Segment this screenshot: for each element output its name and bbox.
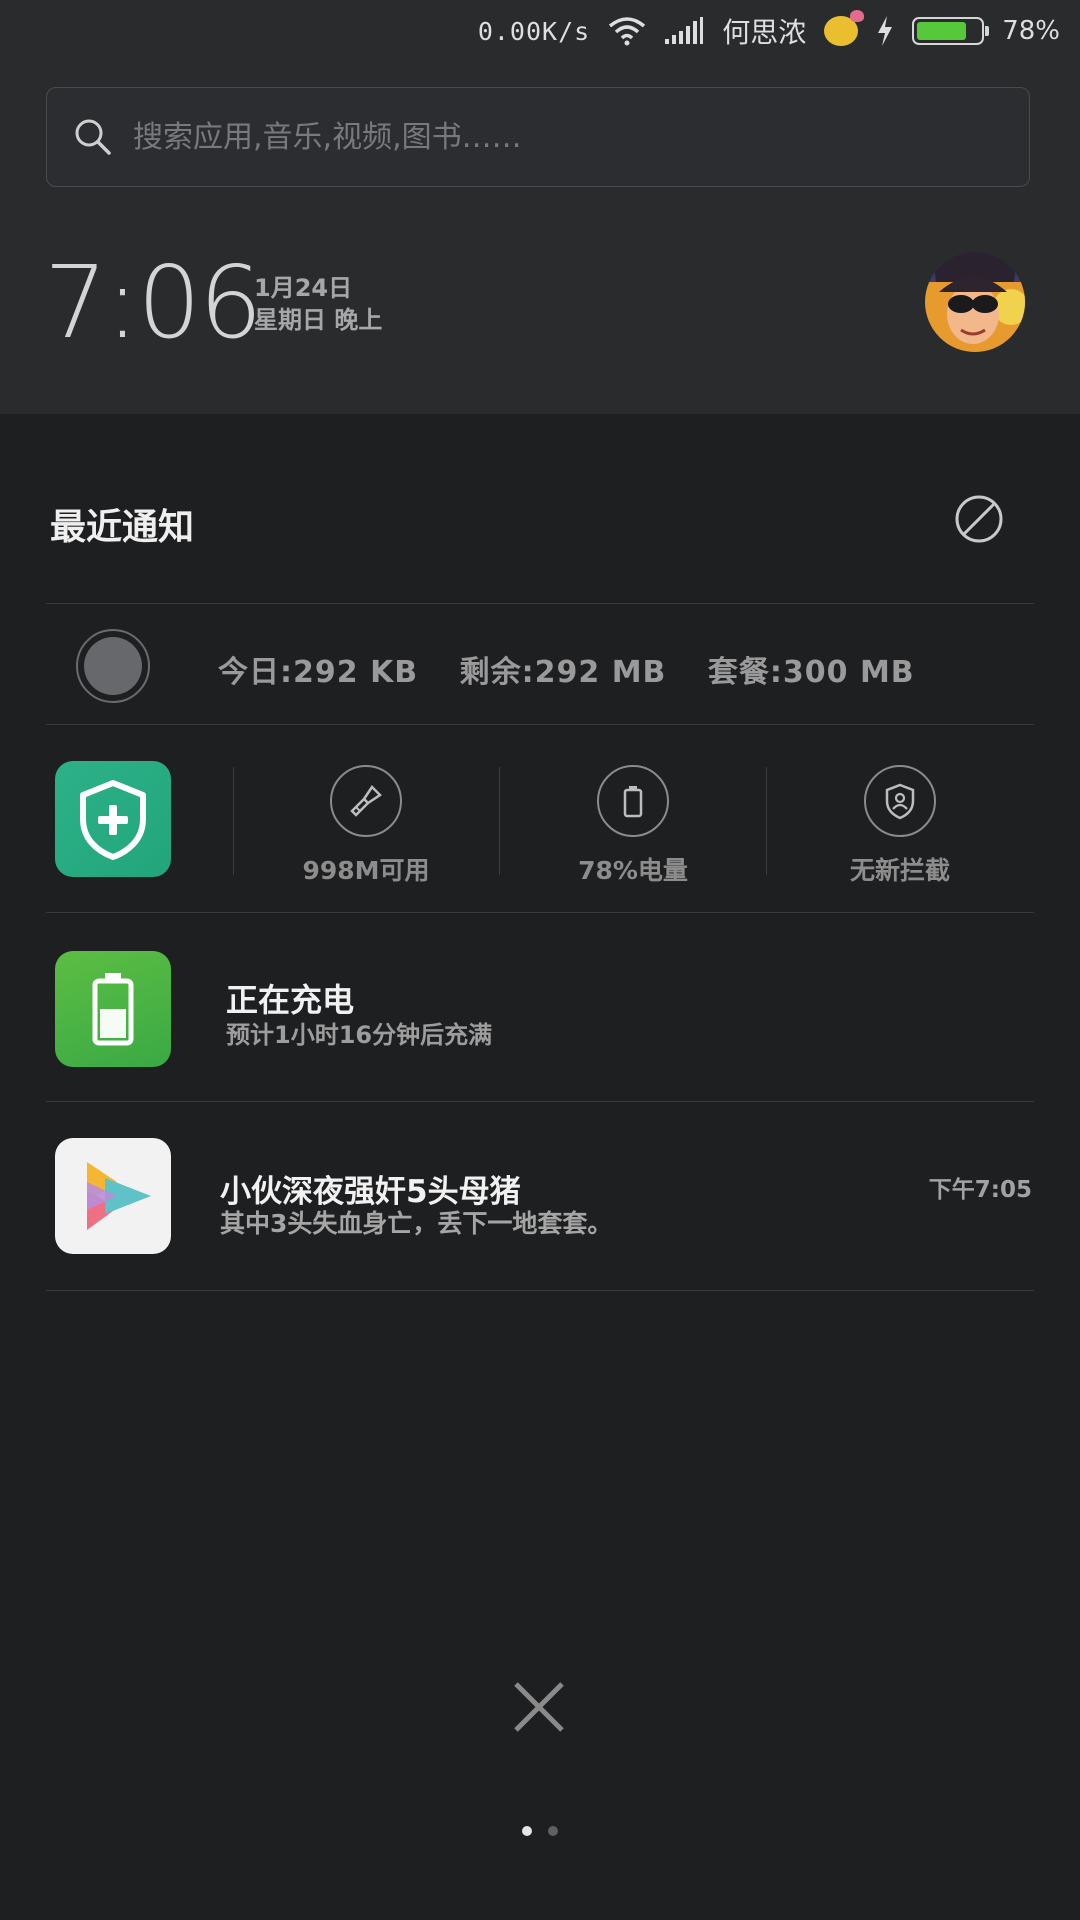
intercept-label: 无新拦截	[849, 856, 950, 885]
status-bar: 0.00K/s 何思浓 78%	[477, 10, 1060, 50]
wifi-icon	[609, 17, 646, 46]
page-dot[interactable]	[522, 1826, 532, 1836]
clear-notifications-button[interactable]	[953, 493, 1005, 545]
play-logo-icon	[87, 1162, 151, 1230]
shield-user-icon	[864, 765, 936, 837]
battery-charging-icon	[92, 973, 134, 1046]
separator	[766, 767, 767, 875]
battery-icon	[597, 765, 669, 837]
memory-label: 998M可用	[302, 856, 430, 885]
search-input[interactable]	[131, 118, 995, 156]
weekday-label: 星期日 晚上	[254, 306, 383, 334]
news-notification[interactable]: 小伙深夜强奸5头母猪 其中3头失血身亡，丢下一地套套。 下午7:05	[0, 1102, 1080, 1290]
notifications-title: 最近通知	[50, 507, 195, 548]
battery-label: 78%电量	[578, 856, 688, 885]
security-notification: 998M可用 78%电量 无新拦截	[0, 725, 1080, 910]
separator	[499, 767, 500, 875]
data-remaining: 剩余:292 MB	[459, 655, 667, 690]
security-app-icon[interactable]	[55, 761, 171, 877]
network-speed: 0.00K/s	[477, 16, 591, 46]
page-indicator	[0, 1826, 1080, 1836]
battery-fill	[917, 22, 966, 40]
data-usage-notification[interactable]: 今日:292 KB 剩余:292 MB 套餐:300 MB	[0, 603, 1080, 723]
shield-plus-icon	[80, 780, 146, 860]
battery-indicator	[912, 17, 990, 45]
emoji-icon	[824, 10, 865, 46]
intercept-status-button[interactable]: 无新拦截	[800, 765, 1000, 887]
separator	[233, 767, 234, 875]
battery-status-button[interactable]: 78%电量	[533, 765, 733, 887]
news-app-icon	[55, 1138, 171, 1254]
search-icon	[75, 119, 111, 155]
charging-bolt-icon	[878, 16, 893, 46]
memory-cleanup-button[interactable]: 998M可用	[266, 765, 466, 887]
clock-date: 1月24日 星期日 晚上	[254, 272, 382, 336]
close-icon[interactable]	[512, 1680, 566, 1734]
data-today: 今日:292 KB	[218, 655, 419, 690]
broom-icon	[330, 765, 402, 837]
avatar[interactable]	[925, 252, 1025, 352]
data-usage-text: 今日:292 KB 剩余:292 MB 套餐:300 MB	[218, 647, 945, 691]
charging-notification[interactable]: 正在充电 预计1小时16分钟后充满	[0, 913, 1080, 1100]
date-label: 1月24日	[254, 274, 353, 302]
data-plan: 套餐:300 MB	[707, 655, 915, 690]
carrier-name: 何思浓	[722, 16, 807, 49]
battery-app-icon	[55, 951, 171, 1067]
avatar-image	[925, 252, 1025, 352]
data-usage-ring-icon	[76, 629, 150, 703]
page-dot[interactable]	[548, 1826, 558, 1836]
signal-icon	[665, 17, 704, 44]
clock-time: 7:06	[44, 244, 263, 361]
battery-percent: 78%	[1002, 16, 1060, 46]
charging-subtitle: 预计1小时16分钟后充满	[226, 1021, 493, 1049]
divider	[46, 1290, 1034, 1291]
news-subtitle: 其中3头失血身亡，丢下一地套套。	[220, 1209, 613, 1238]
search-bar[interactable]	[46, 87, 1030, 187]
news-time: 下午7:05	[928, 1177, 1032, 1203]
